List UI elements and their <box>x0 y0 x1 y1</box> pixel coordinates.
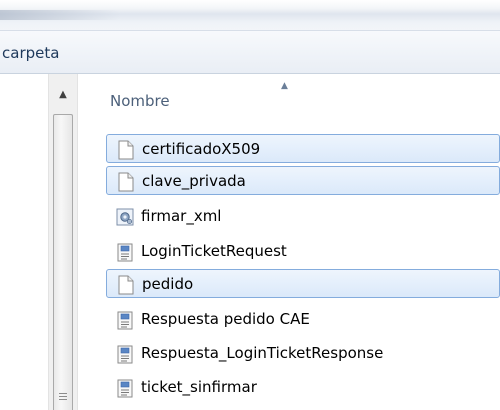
file-row[interactable]: Respuesta pedido CAE <box>106 305 500 334</box>
file-row[interactable]: pedido <box>106 269 500 298</box>
sort-ascending-icon: ▲ <box>281 81 288 91</box>
gear-file-icon <box>116 207 134 227</box>
file-row[interactable]: Respuesta_LoginTicketResponse <box>106 339 500 368</box>
blank-file-icon <box>117 275 135 295</box>
file-name: Respuesta pedido CAE <box>141 310 310 328</box>
new-folder-button[interactable]: carpeta <box>0 43 59 63</box>
scroll-up-arrow-icon[interactable]: ▲ <box>51 86 75 104</box>
grip-line <box>59 399 67 400</box>
file-name: LoginTicketRequest <box>141 242 287 260</box>
xml-file-icon <box>116 242 134 262</box>
file-name: Respuesta_LoginTicketResponse <box>141 344 384 362</box>
vertical-scrollbar[interactable]: ▲ <box>48 74 78 410</box>
file-row[interactable]: ticket_sinfirmar <box>106 373 500 402</box>
name-column-header[interactable]: ▲ Nombre <box>106 74 500 124</box>
grip-line <box>59 396 67 397</box>
file-name: clave_privada <box>142 172 246 190</box>
toolbar: carpeta <box>0 30 500 74</box>
title-bar-highlight <box>0 10 120 20</box>
scroll-thumb[interactable] <box>53 114 73 410</box>
file-row[interactable]: LoginTicketRequest <box>106 237 500 266</box>
blank-file-icon <box>117 140 135 160</box>
xml-file-icon <box>116 310 134 330</box>
blank-file-icon <box>117 172 135 192</box>
column-header-label: Nombre <box>110 92 170 110</box>
file-row[interactable]: certificadoX509 <box>106 134 500 163</box>
file-name: pedido <box>142 275 194 293</box>
file-row[interactable]: firmar_xml <box>106 202 500 231</box>
grip-line <box>59 393 67 394</box>
xml-file-icon <box>116 344 134 364</box>
file-row[interactable]: clave_privada <box>106 166 500 195</box>
file-name: firmar_xml <box>141 207 222 225</box>
file-name: certificadoX509 <box>142 140 261 158</box>
file-name: ticket_sinfirmar <box>141 378 257 396</box>
window-title-bar <box>0 0 500 30</box>
xml-file-icon <box>116 378 134 398</box>
